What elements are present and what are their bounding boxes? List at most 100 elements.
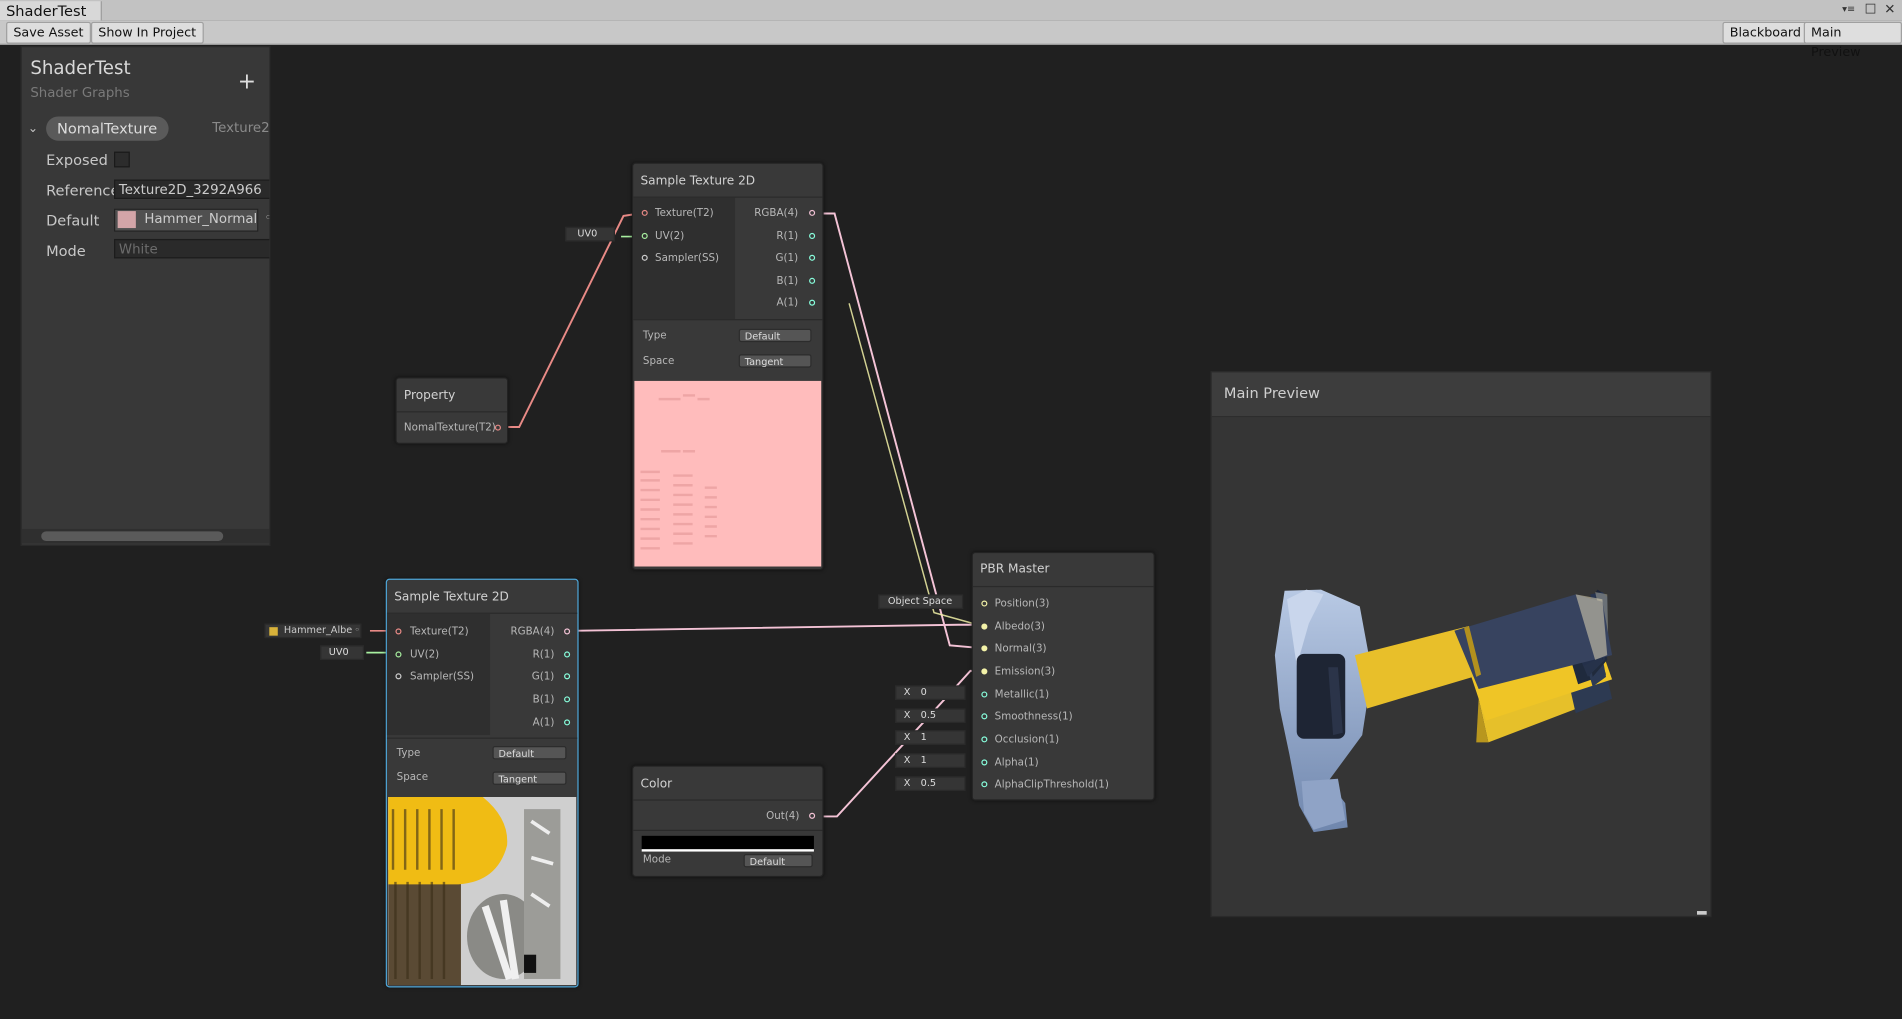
space-dropdown[interactable]: Tangent [738, 354, 812, 368]
normal-port[interactable] [981, 645, 988, 652]
x-label: X [903, 709, 911, 721]
g-output-port[interactable] [564, 673, 571, 680]
uv-input-box[interactable]: UV0 [320, 645, 364, 660]
texture-input-port[interactable] [395, 628, 402, 635]
position-port[interactable] [981, 600, 988, 607]
albedo-texture-preview [388, 797, 577, 986]
metallic-value[interactable]: 0 [921, 685, 927, 700]
alpha-value[interactable]: 1 [921, 753, 927, 768]
reference-field[interactable]: Texture2D_3292A966 [114, 179, 270, 199]
reference-label: Reference [46, 181, 120, 199]
wire-albedo-rgba [571, 623, 978, 632]
alpha-clip-value[interactable]: 0.5 [921, 776, 936, 791]
node-title: PBR Master [980, 562, 1050, 577]
object-picker-icon[interactable]: ◦ [354, 624, 360, 639]
smoothness-port[interactable] [981, 713, 988, 720]
space-dropdown[interactable]: Tangent [492, 771, 567, 785]
alpha-input-box[interactable]: X 1 [895, 753, 966, 768]
rgba-output-port[interactable] [564, 628, 571, 635]
x-label: X [903, 686, 911, 698]
property-type: Texture2D [212, 120, 270, 136]
b-output-port[interactable] [809, 277, 816, 284]
property-output-label: NomalTexture(T2) [403, 422, 496, 435]
color-node[interactable]: Color Out(4) Mode Default [631, 765, 824, 878]
b-output-port[interactable] [564, 696, 571, 703]
occlusion-value[interactable]: 1 [921, 730, 927, 745]
default-texture-name: Hammer_Normal [144, 211, 258, 227]
horizontal-scrollbar[interactable] [21, 528, 270, 544]
port-label: Emission(3) [994, 665, 1056, 679]
occlusion-input-box[interactable]: X 1 [895, 730, 966, 745]
type-dropdown[interactable]: Default [738, 328, 812, 343]
mode-label: Mode [642, 854, 672, 867]
x-label: X [903, 777, 911, 789]
preview-viewport[interactable] [1211, 417, 1711, 916]
resize-handle[interactable] [1697, 911, 1707, 915]
port-label: Texture(T2) [655, 207, 714, 220]
object-picker-icon[interactable]: ◦ [264, 210, 269, 226]
port-label: Texture(T2) [409, 625, 469, 639]
node-title: Color [640, 777, 673, 791]
alpha-clip-input-box[interactable]: X 0.5 [895, 776, 966, 791]
r-output-port[interactable] [809, 232, 816, 239]
alpha-clip-port[interactable] [981, 781, 988, 788]
sampler-input-port[interactable] [395, 673, 402, 680]
port-label: UV(2) [655, 230, 685, 243]
wire-normal-rgba [817, 212, 978, 649]
sampler-input-port[interactable] [641, 254, 648, 261]
x-label: X [903, 754, 911, 766]
port-label: G(1) [775, 252, 799, 265]
port-label: R(1) [776, 230, 799, 243]
uv-input-box[interactable]: UV0 [565, 226, 615, 242]
port-label: RGBA(4) [754, 207, 799, 220]
metallic-input-box[interactable]: X 0 [895, 685, 966, 700]
a-output-port[interactable] [564, 719, 571, 726]
default-texture-field[interactable]: Hammer_Normal [114, 208, 259, 232]
smoothness-input-box[interactable]: X 0.5 [895, 708, 966, 724]
node-title: Sample Texture 2D [394, 590, 509, 605]
hammer-model [1274, 589, 1613, 833]
pbr-master-node[interactable]: PBR Master Position(3) Albedo(3) Normal(… [971, 551, 1155, 801]
emission-port[interactable] [981, 668, 988, 675]
type-dropdown[interactable]: Default [492, 746, 567, 760]
smoothness-value[interactable]: 0.5 [921, 708, 936, 723]
metallic-port[interactable] [981, 691, 988, 698]
position-space-box[interactable]: Object Space [878, 594, 964, 609]
blackboard-title: ShaderTest [30, 57, 131, 79]
texture-input-port[interactable] [641, 209, 648, 216]
port-label: R(1) [532, 649, 555, 662]
texture-input-box[interactable]: Hammer_Albe ◦ [264, 623, 362, 639]
chevron-down-icon[interactable]: ⌄ [28, 123, 38, 136]
normal-map-image [640, 394, 717, 550]
port-label: Occlusion(1) [994, 733, 1060, 747]
property-output-port[interactable] [494, 424, 501, 431]
exposed-label: Exposed [46, 151, 108, 169]
color-output-port[interactable] [809, 812, 816, 819]
port-label: A(1) [532, 716, 555, 730]
port-label: RGBA(4) [510, 625, 555, 639]
add-icon[interactable]: + [238, 69, 256, 94]
port-label: Normal(3) [994, 642, 1047, 656]
sample-texture-node-bottom[interactable]: Sample Texture 2D Texture(T2) UV(2) Samp… [385, 578, 579, 988]
r-output-port[interactable] [564, 651, 571, 658]
position-space-value: Object Space [887, 595, 953, 607]
property-node[interactable]: Property NomalTexture(T2) [395, 377, 509, 444]
rgba-output-port[interactable] [809, 209, 816, 216]
uv-input-port[interactable] [641, 232, 648, 239]
scrollbar-thumb[interactable] [41, 531, 224, 542]
sample-texture-node-top[interactable]: Sample Texture 2D Texture(T2) UV(2) Samp… [631, 162, 824, 571]
port-label: Metallic(1) [994, 689, 1050, 702]
property-pill[interactable]: NomalTexture [46, 116, 169, 141]
mode-dropdown[interactable]: White [114, 238, 270, 259]
alpha-port[interactable] [981, 759, 988, 766]
g-output-port[interactable] [809, 254, 816, 261]
mode-dropdown[interactable]: Default [743, 854, 813, 868]
a-output-port[interactable] [809, 299, 816, 306]
albedo-port[interactable] [981, 623, 988, 630]
uv-input-port[interactable] [395, 651, 402, 658]
color-swatch[interactable] [641, 835, 814, 852]
main-preview-panel[interactable]: Main Preview [1210, 371, 1712, 918]
port-label: Sampler(SS) [655, 252, 720, 265]
occlusion-port[interactable] [981, 736, 988, 743]
exposed-checkbox[interactable] [114, 151, 130, 168]
